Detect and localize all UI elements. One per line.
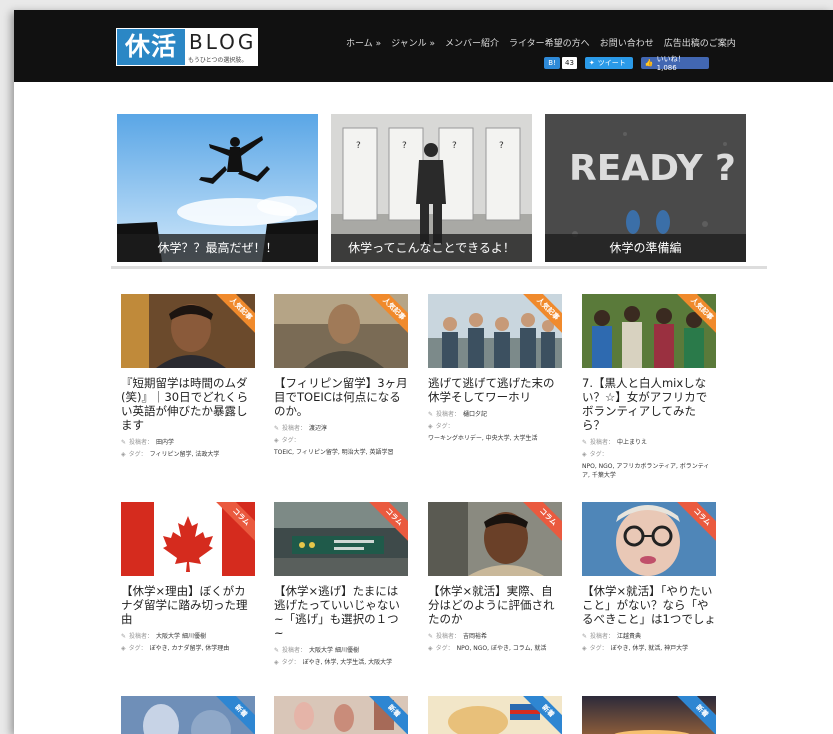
author-link[interactable]: 田内学 [156, 438, 174, 447]
svg-text:?: ? [356, 141, 361, 151]
hatena-icon: B! [548, 59, 556, 67]
nav-genre[interactable]: ジャンル » [391, 36, 435, 49]
nav-home[interactable]: ホーム » [346, 36, 381, 49]
article-title[interactable]: 【フィリピン留学】3ヶ月目でTOEICは何点になるのか。 [274, 376, 408, 418]
author-link[interactable]: 大阪大学 細川優樹 [156, 632, 206, 641]
svg-text:?: ? [499, 141, 504, 151]
tag-links[interactable]: NPO, NGO, ぼやき, コラム, 就活 [457, 644, 547, 653]
nav-contact[interactable]: お問い合わせ [600, 36, 654, 49]
tag-links[interactable]: TOEIC, フィリピン留学, 明治大学, 英語学習 [274, 448, 393, 457]
article-thumbnail[interactable]: 人気記事 [121, 294, 255, 368]
tweet-button[interactable]: ✦ ツイート [584, 57, 633, 69]
nav-members[interactable]: メンバー紹介 [445, 36, 499, 49]
featured-carousel: 休学？？最高だぜ！！ ???? 休学ってこんなことできるよ！ READY ? 休… [117, 114, 746, 262]
nav-ads[interactable]: 広告出稿のご案内 [664, 36, 736, 49]
tag-icon: ◈ [582, 451, 587, 458]
author-link[interactable]: 樋口夕記 [463, 410, 487, 419]
person-icon: ✎ [274, 647, 280, 654]
hatena-count: 43 [562, 57, 577, 69]
nav-writer[interactable]: ライター希望の方へ [509, 36, 590, 49]
article-thumbnail[interactable]: 新着 [582, 696, 716, 734]
featured-caption: 休学？？最高だぜ！！ [117, 234, 318, 262]
person-icon: ✎ [582, 633, 588, 640]
ready-sign-text: READY ? [569, 148, 736, 189]
article-thumbnail[interactable]: コラム [274, 502, 408, 576]
article-title[interactable]: 【休学×理由】ぼくがカナダ留学に踏み切った理由 [121, 584, 255, 626]
logo-word: BLOG [189, 30, 257, 54]
tag-links[interactable]: ぼやき, カナダ留学, 休学理由 [150, 644, 230, 653]
article-title[interactable]: 【休学×逃げ】たまには逃げたっていいじゃない~「逃げ」も選択の１つ~ [274, 584, 408, 640]
twitter-bird-icon: ✦ [588, 59, 595, 67]
article-title[interactable]: 【休学×就活】実際、自分はどのように評価されたのか [428, 584, 562, 626]
article-card: 新着 [121, 696, 255, 734]
featured-caption: 休学ってこんなことできるよ！ [331, 234, 532, 262]
featured-item-1[interactable]: 休学？？最高だぜ！！ [117, 114, 318, 262]
article-thumbnail[interactable]: コラム [582, 502, 716, 576]
tag-links[interactable]: ワーキングホリデー, 中央大学, 大学生活 [428, 434, 537, 443]
tag-icon: ◈ [428, 423, 433, 430]
article-title[interactable]: 逃げて逃げて逃げた末の休学そしてワーホリ [428, 376, 562, 404]
article-card: 人気記事 7.【黒人と白人mixしない？☆】女がアフリカでボランティアしてみたら… [582, 294, 716, 483]
svg-text:?: ? [402, 141, 407, 151]
logo-tagline: もうひとつの選択肢。 [188, 57, 248, 64]
svg-text:?: ? [452, 141, 457, 151]
article-title[interactable]: 【休学×就活】「やりたいこと」がない？なら「やるべきこと」は1つでしょ [582, 584, 716, 626]
article-card: 人気記事 『短期留学は時間のムダ(笑)』｜30日でどれくらい英語が伸びたか暴露し… [121, 294, 255, 462]
article-card: 新着 [274, 696, 408, 734]
main-nav: ホーム » ジャンル » メンバー紹介 ライター希望の方へ お問い合わせ 広告出… [346, 36, 736, 49]
author-link[interactable]: 江越貴典 [617, 632, 641, 641]
article-thumbnail[interactable]: 新着 [121, 696, 255, 734]
article-thumbnail[interactable]: 人気記事 [428, 294, 562, 368]
tag-icon: ◈ [121, 645, 126, 652]
person-icon: ✎ [121, 439, 127, 446]
article-card: 人気記事 逃げて逃げて逃げた末の休学そしてワーホリ ✎ 投稿者： 樋口夕記 ◈ タグ：… [428, 294, 562, 446]
tag-links[interactable]: ぼやき, 休学, 就活, 神戸大学 [611, 644, 688, 653]
person-icon: ✎ [121, 633, 127, 640]
person-icon: ✎ [428, 633, 434, 640]
tag-icon: ◈ [428, 645, 433, 652]
tag-icon: ◈ [274, 437, 279, 444]
tag-links[interactable]: ぼやき, 休学, 大学生活, 大阪大学 [303, 658, 392, 667]
featured-caption: 休学の準備編 [545, 234, 746, 262]
thumbs-up-icon: 👍 [644, 59, 654, 67]
browser-page: 休活 BLOG もうひとつの選択肢。 ホーム » ジャンル » メンバー紹介 ラ… [14, 10, 833, 734]
article-card: コラム 【休学×逃げ】たまには逃げたっていいじゃない~「逃げ」も選択の１つ~ ✎… [274, 502, 408, 670]
author-link[interactable]: 大阪大学 細川優樹 [309, 646, 359, 655]
article-card: コラム 【休学×就活】実際、自分はどのように評価されたのか ✎ 投稿者： 吉岡裕希 … [428, 502, 562, 656]
featured-item-3[interactable]: READY ? 休学の準備編 [545, 114, 746, 262]
article-card: 新着 [582, 696, 716, 734]
tag-links[interactable]: フィリピン留学, 法政大学 [150, 450, 220, 459]
article-card: 人気記事 【フィリピン留学】3ヶ月目でTOEICは何点になるのか。 ✎ 投稿者：渡… [274, 294, 408, 460]
author-link[interactable]: 吉岡裕希 [463, 632, 487, 641]
hatena-button[interactable]: B! [544, 57, 560, 69]
article-thumbnail[interactable]: 人気記事 [582, 294, 716, 368]
tag-icon: ◈ [582, 645, 587, 652]
article-card: 新着 [428, 696, 562, 734]
person-icon: ✎ [582, 439, 588, 446]
author-link[interactable]: 渡辺淳 [309, 424, 327, 433]
social-buttons: B! 43 ✦ ツイート 👍 いいね！ 1,086 [544, 55, 709, 72]
article-title[interactable]: 『短期留学は時間のムダ(笑)』｜30日でどれくらい英語が伸びたか暴露します [121, 376, 255, 432]
person-icon: ✎ [274, 425, 280, 432]
person-icon: ✎ [428, 411, 434, 418]
tag-icon: ◈ [274, 659, 279, 666]
article-thumbnail[interactable]: コラム [428, 502, 562, 576]
site-logo[interactable]: 休活 BLOG もうひとつの選択肢。 [116, 28, 258, 66]
article-thumbnail[interactable]: コラム [121, 502, 255, 576]
article-thumbnail[interactable]: 新着 [428, 696, 562, 734]
article-card: コラム 【休学×就活】「やりたいこと」がない？なら「やるべきこと」は1つでしょ … [582, 502, 716, 656]
facebook-like-button[interactable]: 👍 いいね！ 1,086 [640, 55, 709, 72]
article-thumbnail[interactable]: 人気記事 [274, 294, 408, 368]
section-divider [111, 266, 767, 269]
author-link[interactable]: 中上まりえ [617, 438, 647, 447]
site-header: 休活 BLOG もうひとつの選択肢。 ホーム » ジャンル » メンバー紹介 ラ… [14, 10, 833, 82]
logo-kanji: 休活 [117, 29, 185, 65]
article-thumbnail[interactable]: 新着 [274, 696, 408, 734]
article-title[interactable]: 7.【黒人と白人mixしない？☆】女がアフリカでボランティアしてみたら？ [582, 376, 716, 432]
tag-icon: ◈ [121, 451, 126, 458]
article-card: コラム 【休学×理由】ぼくがカナダ留学に踏み切った理由 ✎ 投稿者： 大阪大学 細川… [121, 502, 255, 656]
featured-item-2[interactable]: ???? 休学ってこんなことできるよ！ [331, 114, 532, 262]
tag-links[interactable]: NPO, NGO, アフリカボランティア, ボランティア, 千葉大学 [582, 462, 716, 480]
